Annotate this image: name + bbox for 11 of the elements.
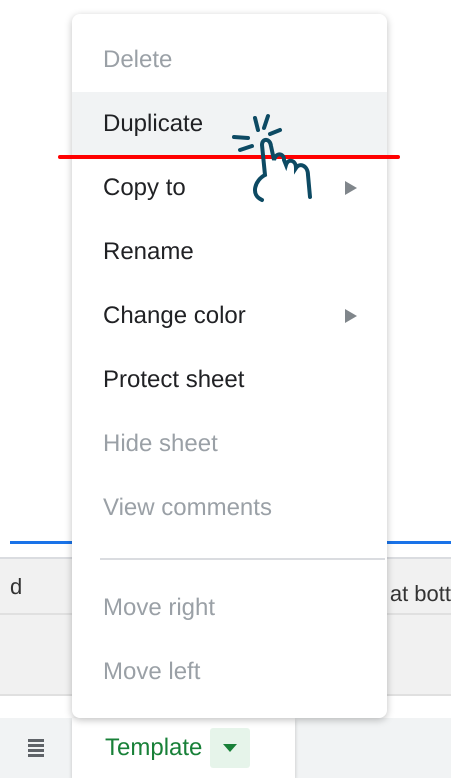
sheet-tab[interactable]: Template — [72, 718, 295, 778]
menu-item[interactable]: Change color — [72, 284, 387, 348]
menu-item[interactable]: Rename — [72, 220, 387, 284]
caret-icon[interactable] — [210, 728, 250, 768]
menu-item[interactable]: Duplicate — [72, 92, 387, 156]
cell-text: d — [10, 572, 22, 600]
hand-cursor-icon — [232, 114, 312, 202]
menu-item[interactable]: Protect sheet — [72, 348, 387, 412]
all-sheets-icon[interactable] — [28, 739, 44, 757]
menu-item[interactable]: Copy to — [72, 156, 387, 220]
cell-text: at bott — [390, 580, 451, 608]
